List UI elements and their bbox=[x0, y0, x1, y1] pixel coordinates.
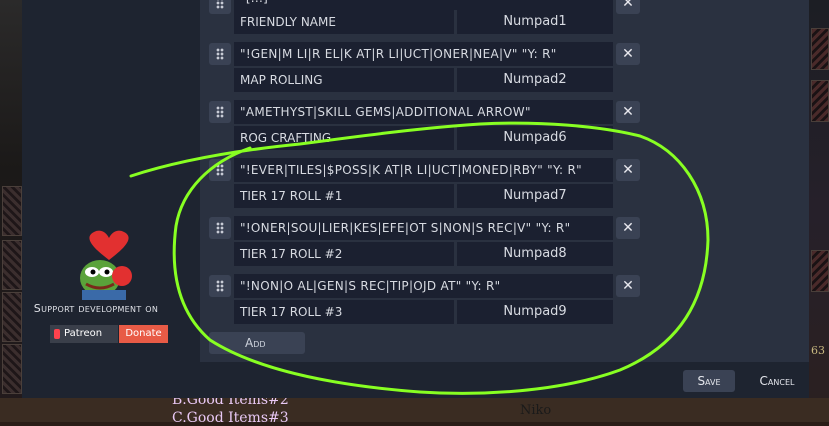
grip-icon bbox=[216, 106, 224, 118]
friendly-name-field[interactable]: TIER 17 ROLL #3 bbox=[234, 300, 454, 324]
macro-name-field[interactable]: "!NON|O AL|GEN|S REC|TIP|OJD AT" "Y: R" bbox=[234, 274, 613, 298]
pepe-heart-icon bbox=[80, 230, 132, 300]
side-number: 63 bbox=[811, 344, 825, 357]
macro-name-field[interactable]: "!GEN|M LI|R EL|K AT|R LI|UCT|ONER|NEA|V… bbox=[234, 42, 613, 66]
game-background-right: 63 bbox=[809, 0, 829, 422]
npc-name: Niko bbox=[520, 403, 552, 418]
ornament bbox=[811, 250, 829, 292]
grip-icon bbox=[216, 0, 224, 9]
add-button[interactable]: Add bbox=[209, 332, 305, 354]
drag-handle[interactable] bbox=[209, 159, 231, 181]
grip-icon bbox=[216, 164, 224, 176]
drag-handle[interactable] bbox=[209, 43, 231, 65]
loot-item-label: C.Good Items#3 bbox=[172, 410, 289, 426]
close-icon[interactable]: ✕ bbox=[616, 43, 640, 65]
drag-handle[interactable] bbox=[209, 101, 231, 123]
support-text: Support development on bbox=[33, 302, 159, 315]
hotkey-field[interactable]: Numpad8 bbox=[457, 242, 613, 266]
ornament bbox=[811, 28, 829, 70]
friendly-name-field[interactable]: FRIENDLY NAME bbox=[234, 10, 454, 34]
close-icon[interactable]: ✕ bbox=[616, 159, 640, 181]
item-slot bbox=[0, 398, 829, 422]
grip-icon bbox=[216, 48, 224, 60]
save-button[interactable]: Save bbox=[683, 370, 735, 392]
ornament bbox=[811, 80, 829, 122]
close-icon[interactable]: ✕ bbox=[616, 275, 640, 297]
friendly-name-field[interactable]: ROG CRAFTING bbox=[234, 126, 454, 150]
donate-button[interactable]: Donate bbox=[119, 325, 168, 343]
friendly-name-field[interactable]: TIER 17 ROLL #2 bbox=[234, 242, 454, 266]
drag-handle[interactable] bbox=[209, 275, 231, 297]
cancel-button[interactable]: Cancel bbox=[745, 370, 809, 392]
drag-handle[interactable] bbox=[209, 217, 231, 239]
friendly-name-field[interactable]: MAP ROLLING bbox=[234, 68, 454, 92]
grip-icon bbox=[216, 280, 224, 292]
friendly-name-field[interactable]: TIER 17 ROLL #1 bbox=[234, 184, 454, 208]
drag-handle[interactable] bbox=[209, 0, 231, 14]
close-icon[interactable]: ✕ bbox=[616, 217, 640, 239]
close-icon[interactable]: ✕ bbox=[616, 0, 640, 14]
patreon-logo-icon bbox=[54, 329, 60, 339]
ornament bbox=[2, 186, 22, 236]
ornament bbox=[2, 344, 22, 394]
macro-name-field[interactable]: "!EVER|TILES|$POSS|K AT|R LI|UCT|MONED|R… bbox=[234, 158, 613, 182]
hotkey-field[interactable]: Numpad1 bbox=[457, 10, 613, 34]
hotkey-field[interactable]: Numpad7 bbox=[457, 184, 613, 208]
grip-icon bbox=[216, 222, 224, 234]
close-icon[interactable]: ✕ bbox=[616, 101, 640, 123]
macro-name-field[interactable]: "[...]" bbox=[234, 0, 613, 10]
game-background-left bbox=[0, 0, 22, 422]
patreon-text: Patreon bbox=[64, 328, 103, 339]
ornament bbox=[2, 240, 22, 290]
patreon-label[interactable]: Patreon bbox=[50, 325, 118, 343]
hotkey-field[interactable]: Numpad6 bbox=[457, 126, 613, 150]
macro-name-field[interactable]: "AMETHYST|SKILL GEMS|ADDITIONAL ARROW" bbox=[234, 100, 613, 124]
hotkey-field[interactable]: Numpad2 bbox=[457, 68, 613, 92]
ornament bbox=[2, 292, 22, 342]
hotkey-field[interactable]: Numpad9 bbox=[457, 300, 613, 324]
macro-name-field[interactable]: "!ONER|SOU|LIER|KES|EFE|OT S|NON|S REC|V… bbox=[234, 216, 613, 240]
